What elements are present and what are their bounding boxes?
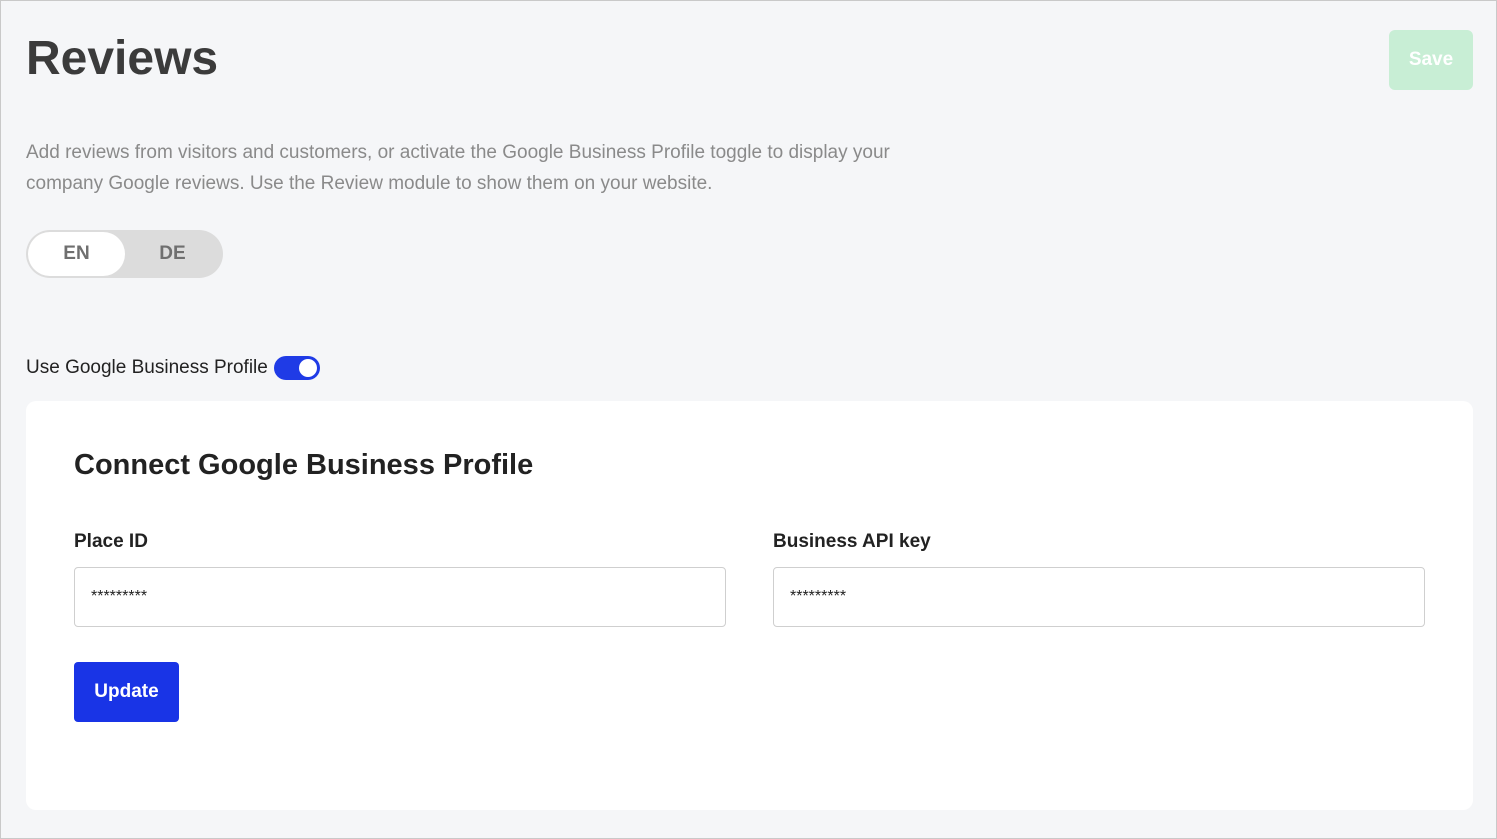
business-api-key-input[interactable] bbox=[773, 567, 1425, 627]
place-id-label: Place ID bbox=[74, 531, 148, 552]
language-option-de[interactable]: DE bbox=[124, 232, 221, 276]
google-business-profile-toggle-label: Use Google Business Profile bbox=[26, 357, 268, 378]
google-business-profile-toggle[interactable] bbox=[273, 356, 320, 380]
connect-google-business-profile-card: Connect Google Business Profile Place ID… bbox=[26, 401, 1473, 810]
toggle-knob bbox=[298, 359, 317, 377]
page-description: Add reviews from visitors and customers,… bbox=[26, 142, 890, 194]
google-business-profile-toggle-row: Use Google Business Profile bbox=[26, 353, 320, 383]
card-title: Connect Google Business Profile bbox=[74, 449, 534, 481]
save-button[interactable]: Save bbox=[1389, 30, 1473, 90]
update-button[interactable]: Update bbox=[74, 662, 179, 722]
business-api-key-label: Business API key bbox=[773, 531, 931, 552]
place-id-input[interactable] bbox=[74, 567, 726, 627]
language-switch: EN DE bbox=[26, 230, 223, 278]
page-title: Reviews bbox=[26, 32, 219, 85]
language-option-en[interactable]: EN bbox=[28, 232, 125, 276]
